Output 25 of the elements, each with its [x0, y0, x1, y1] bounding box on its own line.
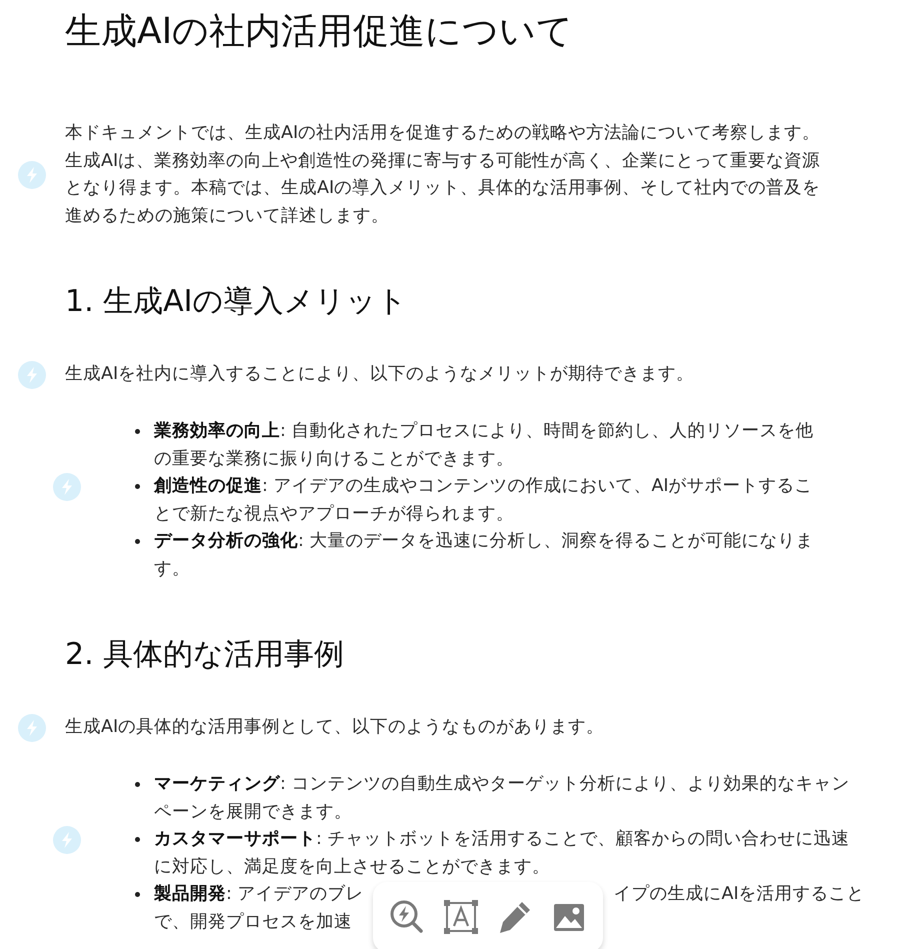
list-item: データ分析の強化: 大量のデータを迅速に分析し、洞察を得ることが可能になります。: [154, 530, 814, 580]
paragraph: 本ドキュメントでは、生成AIの社内活用を促進するための戦略や方法論について考察します。生成AIは、業務効率の向上や創造性の発揮に寄与する可能性が高く、企業にとって重要な資源となり得ます。本稿では、生成AIの導入メリット、具体的な活用事例、そして社内での普及を進めるための施策について詳述します。: [65, 122, 822, 228]
list-item: 業務効率の向上: 自動化されたプロセスにより、時間を節約し、人的リソースを他の重要な業務に振り向けることができます。: [154, 420, 814, 470]
document-title: 生成AIの社内活用促進について: [65, 10, 574, 54]
lightning-icon[interactable]: [16, 360, 46, 390]
bullet-icon: [135, 782, 140, 787]
lightning-icon[interactable]: [52, 824, 82, 854]
bullet-icon: [135, 892, 140, 897]
bullet-icon: [135, 837, 140, 842]
list-item: で、開発プロセスを加速: [154, 910, 352, 934]
paragraph: 生成AIを社内に導入することにより、以下のようなメリットが期待できます。: [65, 363, 696, 386]
lightning-icon[interactable]: [16, 713, 46, 743]
section-heading: 1. 生成AIの導入メリット: [65, 283, 409, 321]
paragraph: 生成AIの具体的な活用事例として、以下のようなものがあります。: [65, 716, 606, 740]
list-item: マーケティング: コンテンツの自動生成やターゲット分析により、より効果的なキャンペーンを展開できます。: [154, 773, 850, 824]
list-item: 創造性の促進: アイデアの生成やコンテンツの作成において、AIがサポートすることで新たな視点やアプローチが得られます。: [154, 475, 814, 526]
bullet-icon: [135, 429, 140, 434]
section-heading: 2. 具体的な活用事例: [65, 636, 346, 674]
lightning-icon[interactable]: [52, 472, 82, 502]
list-item: カスタマーサポート: チャットボットを活用することで、顧客からの問い合わせに迅速に対応し、満足度を向上させることができます。: [154, 828, 850, 878]
list-item: 製品開発: アイデアのブレ: [154, 883, 364, 906]
bullet-icon: [135, 539, 140, 544]
bullet-icon: [135, 484, 140, 489]
lightning-icon[interactable]: [16, 160, 46, 190]
list-item: イプの生成にAIを活用すること: [613, 883, 865, 906]
